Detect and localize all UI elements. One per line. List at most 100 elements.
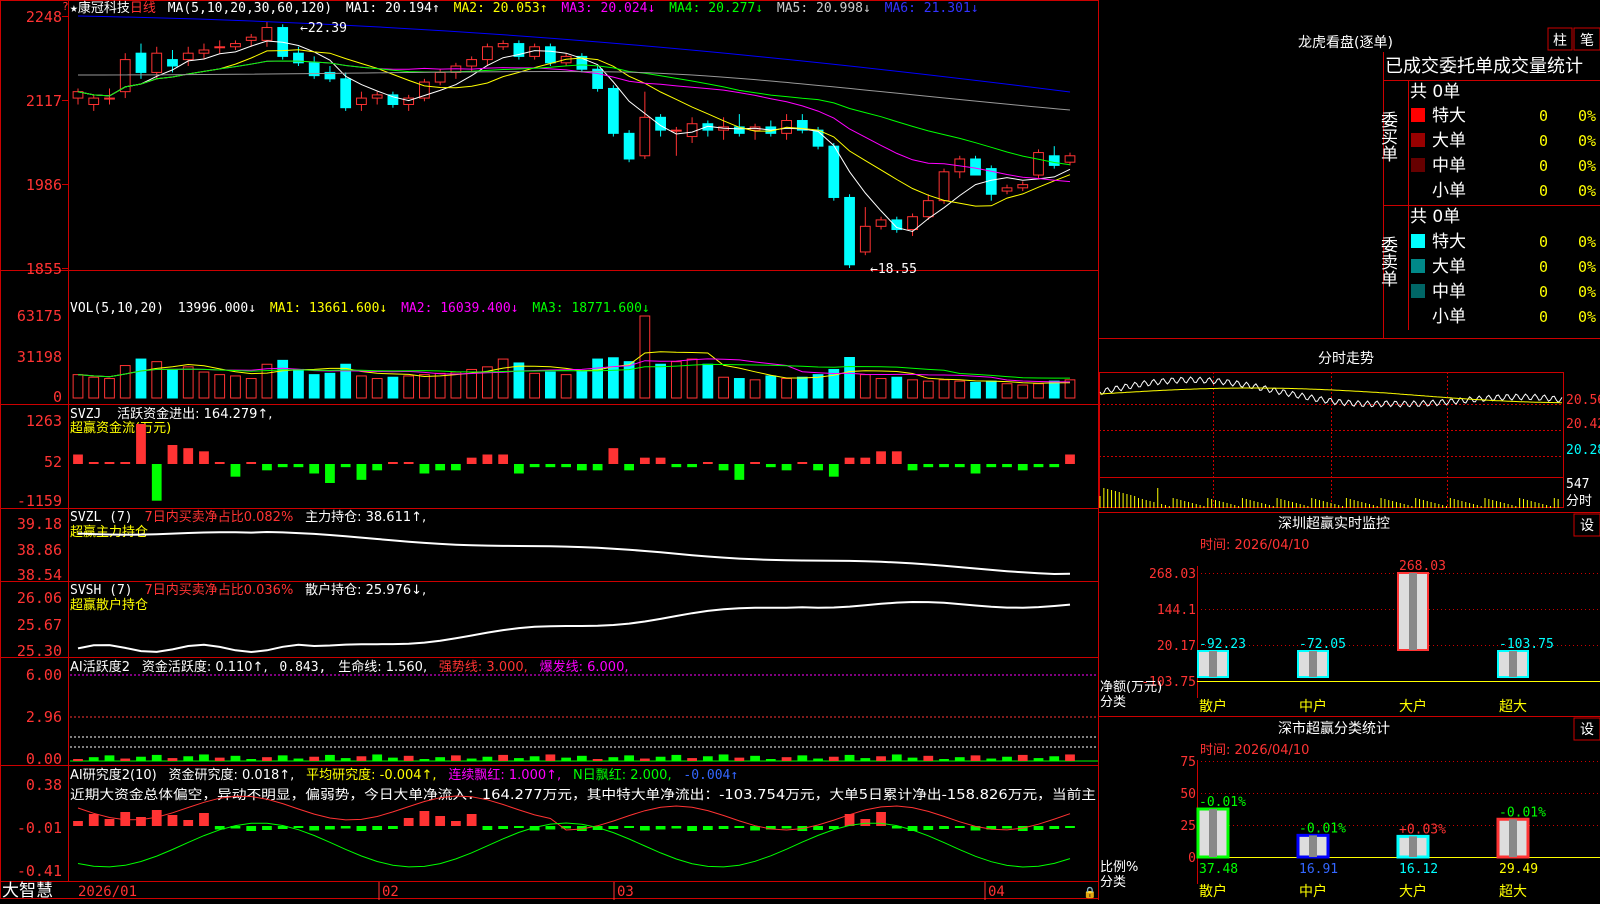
candle-body — [544, 46, 556, 64]
fund-flow-bar — [88, 462, 99, 464]
order-count: 0 — [1539, 132, 1548, 150]
monitor-bar-value: -72.05 — [1299, 637, 1346, 652]
research-bar — [1033, 826, 1044, 830]
classify-change: +0.03% — [1399, 822, 1446, 837]
volume-bar — [72, 374, 84, 399]
lhb-title: 龙虎看盘(逐单) — [1298, 34, 1393, 51]
high-marker: ←22.39 — [300, 21, 347, 36]
column-view-label: 柱 — [1553, 33, 1567, 49]
svzl-subtitle: 超赢主力持仓 — [70, 524, 148, 540]
candle-body — [198, 49, 210, 54]
volume-bar — [907, 379, 918, 399]
activity-bar — [88, 757, 99, 761]
order-pct: 0% — [1578, 283, 1596, 301]
ma5-line — [77, 40, 1071, 233]
volume-bar — [182, 366, 194, 399]
activity-bar — [687, 758, 697, 761]
fund-flow-bar — [545, 464, 556, 468]
svzj-y-tick: 1263 — [26, 412, 62, 430]
fund-flow-bar — [891, 451, 902, 464]
fund-flow-bar — [435, 464, 446, 471]
svzl-y-tick: 39.18 — [17, 515, 62, 533]
research-bar — [1065, 826, 1075, 828]
activity-bar — [1065, 754, 1075, 761]
order-pct: 0% — [1578, 233, 1596, 251]
volume-bar — [875, 378, 887, 399]
scroll-up-icon[interactable]: ? — [62, 0, 69, 13]
volume-bar — [167, 368, 178, 399]
order-count: 0 — [1539, 308, 1548, 326]
chart-canvas[interactable]: 2248 2117 1986 1855 ★康冠科技日线 MA(5,10,20,3… — [0, 0, 1600, 901]
volume-bar — [985, 380, 997, 399]
research-bar — [813, 826, 823, 830]
vol-header: VOL(5,10,20) 13996.000↓ MA1: 13661.600↓ … — [70, 301, 650, 316]
monitor-settings-label: 设 — [1580, 518, 1594, 534]
order-count: 0 — [1539, 157, 1548, 175]
intraday-price-tick: 20.56 — [1566, 393, 1600, 408]
candle-body — [623, 132, 635, 160]
fund-flow-bar — [765, 464, 776, 468]
fund-flow-bar — [954, 464, 965, 468]
activity-bar — [340, 758, 351, 761]
activity-bar — [797, 755, 808, 761]
volume-bar — [513, 362, 525, 399]
classify-category: 超大 — [1499, 884, 1527, 900]
research-bar — [419, 811, 430, 826]
activity-bar — [466, 758, 477, 761]
classify-title: 深市超赢分类统计 — [1278, 720, 1390, 737]
research-bar — [624, 826, 634, 828]
fund-flow-bar — [277, 464, 288, 468]
candle-body — [245, 36, 257, 41]
research-bar — [639, 826, 650, 831]
research-bar — [451, 821, 461, 826]
volume-bar — [403, 375, 415, 399]
candle-body — [88, 97, 100, 105]
y-tick: 1986 — [26, 176, 62, 194]
activity-bar — [514, 758, 524, 761]
fund-flow-bar — [923, 464, 934, 468]
volume-bar — [544, 371, 556, 399]
volume-bar — [135, 358, 147, 399]
fund-flow-bar — [214, 462, 225, 464]
ai-summary: 近期大资金总体偏空，异动不明显，偏弱势，今日大单净流入：164.277万元，其中… — [70, 787, 1096, 803]
ma10-line — [77, 49, 1071, 207]
order-size-swatch — [1411, 158, 1425, 172]
research-bar — [104, 819, 115, 826]
monitor-category: 超大 — [1499, 699, 1527, 715]
fund-flow-bar — [151, 464, 162, 501]
activity-bar — [576, 755, 587, 761]
classify-bar-shade — [1209, 809, 1217, 857]
monitor-bar-shade — [1409, 573, 1417, 651]
classify-value: 37.48 — [1199, 862, 1238, 877]
fund-flow-bar — [325, 464, 335, 484]
ma1-value: MA1: 20.194↑ — [346, 1, 440, 16]
candle-body — [230, 43, 241, 48]
intraday-vol-unit: 分时 — [1566, 494, 1592, 509]
candle-body — [151, 52, 163, 73]
y-tick: 2248 — [26, 8, 62, 26]
candle-body — [655, 116, 666, 131]
activity-bar — [403, 755, 414, 761]
order-size-swatch — [1411, 133, 1425, 147]
order-size-swatch — [1411, 234, 1425, 248]
volume-bar — [356, 375, 367, 399]
research-bar — [954, 826, 965, 828]
order-count: 0 — [1539, 182, 1548, 200]
volume-bar — [1001, 383, 1013, 399]
activity-bar — [246, 759, 257, 761]
order-pct: 0% — [1578, 182, 1596, 200]
ai-active-y-tick: 2.96 — [26, 708, 62, 726]
order-size-swatch — [1411, 284, 1425, 298]
activity-bar — [230, 755, 241, 761]
classify-change: -0.01% — [1199, 795, 1246, 810]
candle-body — [1048, 155, 1060, 166]
activity-bar — [923, 755, 934, 761]
fund-flow-bar — [167, 444, 178, 464]
monitor-bar-shade — [1309, 651, 1317, 677]
volume-bar — [151, 361, 163, 399]
lock-icon[interactable]: 🔒 — [1083, 886, 1097, 899]
candle-body — [261, 27, 273, 41]
ma2-value: MA2: 20.053↑ — [454, 1, 548, 16]
volume-bar — [796, 376, 808, 399]
candle-body — [670, 129, 682, 132]
